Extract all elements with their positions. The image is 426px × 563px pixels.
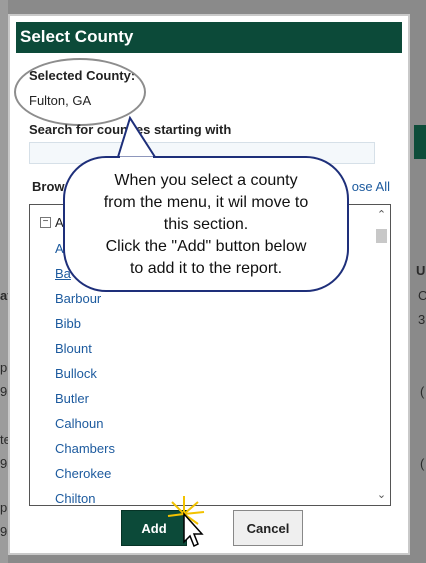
callout-text: When you select a county from the menu, … — [103, 172, 309, 277]
callout-balloon — [63, 115, 349, 292]
click-cursor-icon — [167, 496, 205, 548]
